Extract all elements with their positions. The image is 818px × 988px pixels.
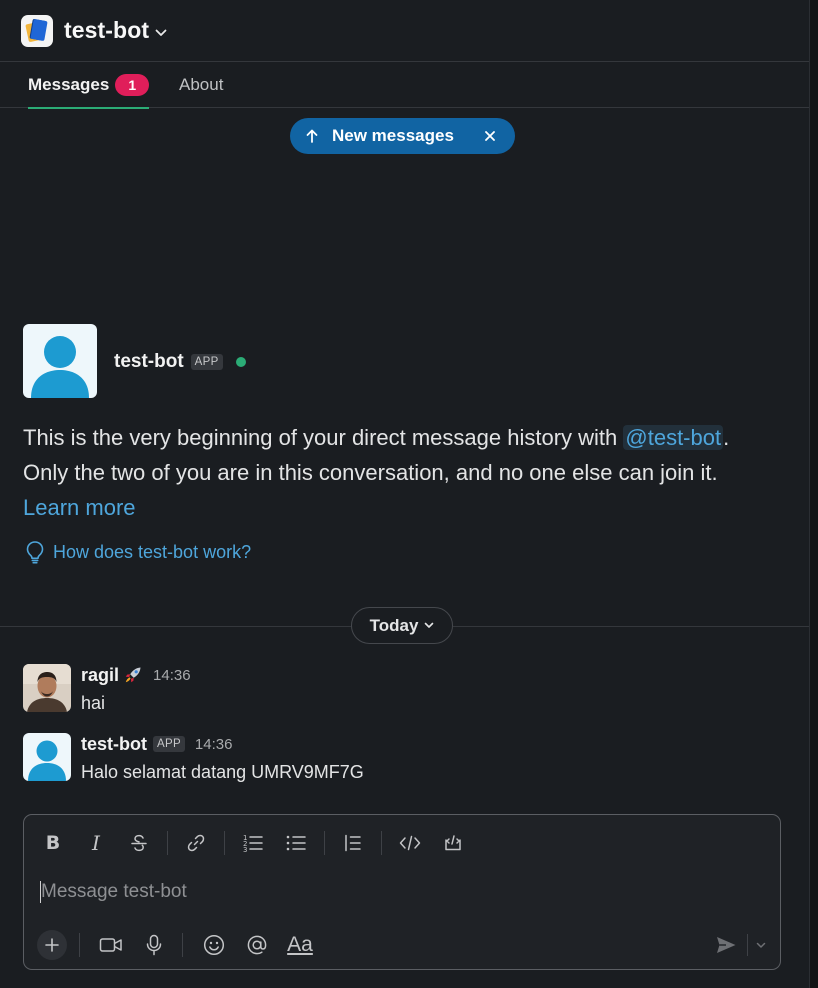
svg-text:3: 3 [243, 846, 247, 853]
strikethrough-icon[interactable] [124, 828, 154, 858]
toolbar-divider [224, 831, 225, 855]
new-messages-button[interactable]: New messages [290, 118, 515, 154]
toolbar-divider [324, 831, 325, 855]
intro-bot-name[interactable]: test-bot [114, 351, 184, 373]
bot-mention[interactable]: @test-bot [623, 425, 724, 450]
message-item: ragil 14:36 hai [23, 664, 783, 716]
active-tab-indicator [28, 107, 150, 109]
bold-icon[interactable]: B [38, 828, 68, 858]
emoji-icon[interactable] [199, 930, 229, 960]
toolbar-divider [167, 831, 168, 855]
bot-avatar[interactable] [23, 324, 97, 398]
user-avatar[interactable] [23, 664, 71, 712]
toolbar-divider [381, 831, 382, 855]
app-icon [21, 14, 53, 47]
format-label: Aa [287, 933, 313, 956]
tab-messages[interactable]: Messages 1 [28, 62, 150, 109]
tab-about[interactable]: About [179, 62, 223, 108]
blockquote-icon[interactable] [338, 828, 368, 858]
tab-bar: Messages 1 About [0, 62, 809, 109]
channel-title[interactable]: test-bot [64, 17, 149, 44]
format-icon[interactable]: Aa [285, 930, 315, 960]
message-timestamp[interactable]: 14:36 [153, 667, 191, 684]
app-badge: APP [153, 736, 185, 752]
message-header: ragil 14:36 [81, 664, 191, 686]
lightbulb-icon [26, 541, 44, 564]
message-text: Halo selamat datang UMRV9MF7G [81, 762, 364, 782]
mention-icon[interactable] [242, 930, 272, 960]
how-does-bot-work-link[interactable]: How does test-bot work? [25, 538, 251, 566]
tab-about-label: About [179, 75, 224, 94]
plus-icon[interactable] [37, 930, 67, 960]
toolbar-divider [79, 933, 80, 957]
rocket-emoji-icon[interactable] [123, 665, 143, 685]
message-input-placeholder: Message test-bot [41, 881, 187, 902]
bulleted-list-icon[interactable] [281, 828, 311, 858]
message-item: test-bot APP 14:36 Halo selamat datang U… [23, 733, 783, 785]
date-divider-button[interactable]: Today [351, 607, 453, 644]
message-header: test-bot APP 14:36 [81, 733, 232, 755]
message-author[interactable]: test-bot [81, 734, 147, 755]
close-icon[interactable] [483, 126, 497, 146]
intro-line-prefix: This is the very beginning of your direc… [23, 425, 624, 450]
channel-header: test-bot [0, 0, 809, 62]
app-badge: APP [190, 354, 223, 370]
window-edge [809, 0, 818, 988]
ordered-list-icon[interactable]: 123 [238, 828, 268, 858]
composer-actions: Aa [24, 925, 780, 965]
how-does-bot-work-label: How does test-bot work? [53, 541, 252, 562]
new-messages-label: New messages [332, 126, 454, 145]
intro-name-row: test-bot APP [114, 350, 246, 374]
tab-messages-label: Messages [28, 75, 110, 94]
italic-icon[interactable]: I [81, 828, 111, 858]
learn-more-link[interactable]: Learn more [23, 495, 136, 520]
intro-line-suffix: . [723, 425, 730, 450]
message-text: hai [81, 693, 106, 713]
video-icon[interactable] [96, 930, 126, 960]
send-divider [747, 934, 748, 956]
date-divider-label: Today [369, 615, 419, 635]
chevron-down-icon [425, 622, 434, 628]
toolbar-divider [182, 933, 183, 957]
link-icon[interactable] [181, 828, 211, 858]
message-input[interactable]: Message test-bot [40, 877, 760, 907]
message-timestamp[interactable]: 14:36 [195, 736, 233, 753]
chevron-down-icon[interactable] [155, 29, 167, 37]
message-author[interactable]: ragil [81, 665, 119, 686]
formatting-toolbar: B I 123 [24, 815, 780, 871]
send-controls [715, 930, 766, 960]
code-block-icon[interactable] [438, 828, 468, 858]
microphone-icon[interactable] [139, 930, 169, 960]
presence-dot [235, 357, 246, 367]
unread-badge: 1 [115, 74, 150, 96]
message-composer: B I 123 Message test-bot Aa [23, 814, 781, 970]
bot-avatar[interactable] [23, 733, 71, 781]
intro-line-2: Only the two of you are in this conversa… [23, 460, 718, 485]
chevron-down-icon[interactable] [756, 942, 766, 949]
intro-text: This is the very beginning of your direc… [23, 420, 793, 525]
code-icon[interactable] [395, 828, 425, 858]
arrow-up-icon [306, 129, 320, 143]
send-icon[interactable] [715, 935, 737, 955]
